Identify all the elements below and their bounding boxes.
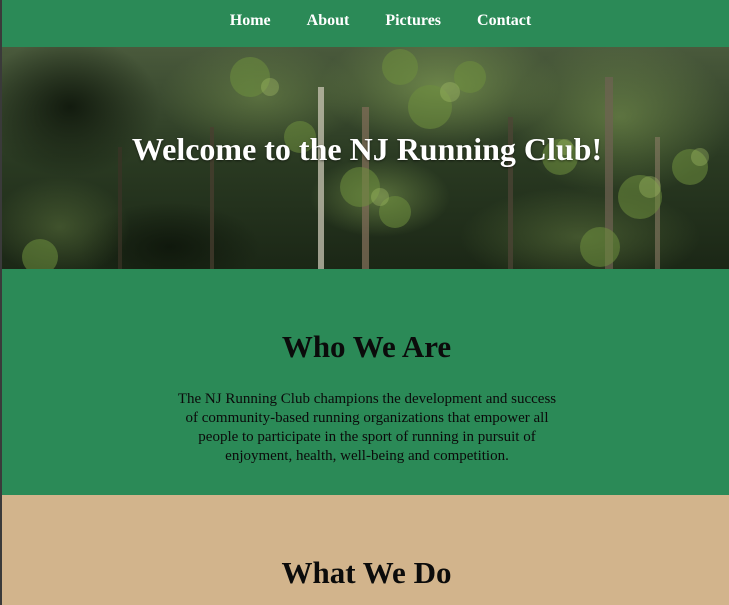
nav-item-contact: Contact: [477, 12, 531, 30]
page: Home About Pictures Contact Welcome to t…: [0, 0, 729, 605]
nav-link-home[interactable]: Home: [230, 12, 271, 29]
navbar: Home About Pictures Contact: [0, 0, 729, 47]
nav-list: Home About Pictures Contact: [230, 12, 531, 30]
nav-item-about: About: [307, 12, 350, 30]
who-we-are-text: The NJ Running Club champions the develo…: [177, 391, 557, 464]
hero-title: Welcome to the NJ Running Club!: [131, 131, 603, 167]
what-we-do-title: What We Do: [281, 555, 452, 590]
nav-link-contact[interactable]: Contact: [477, 12, 531, 29]
who-we-are-section: Who We Are The NJ Running Club champions…: [0, 269, 729, 495]
hero-banner: Welcome to the NJ Running Club!: [0, 47, 729, 269]
what-we-do-section: What We Do: [0, 495, 729, 605]
nav-link-pictures[interactable]: Pictures: [385, 12, 441, 29]
nav-item-pictures: Pictures: [385, 12, 441, 30]
nav-item-home: Home: [230, 12, 271, 30]
who-we-are-title: Who We Are: [281, 329, 452, 364]
window-left-edge: [0, 0, 2, 605]
nav-link-about[interactable]: About: [307, 12, 350, 29]
